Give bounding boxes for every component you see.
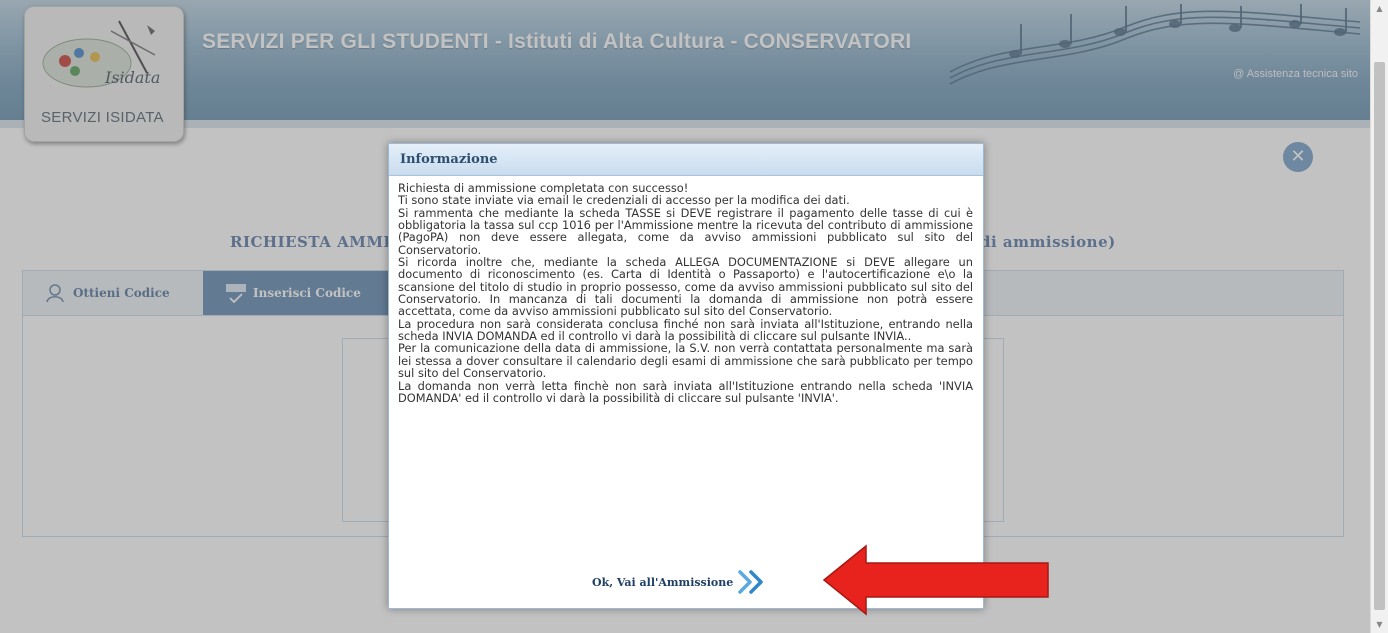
- message-line: La domanda non verrà letta finchè non sa…: [398, 378, 973, 405]
- message-line: Si ricorda inoltre che, mediante la sche…: [398, 255, 973, 319]
- chevron-double-right-icon: [738, 570, 764, 594]
- ok-button-label: Ok, Vai all'Ammissione: [592, 575, 734, 589]
- ok-go-to-admission-button[interactable]: Ok, Vai all'Ammissione: [592, 568, 767, 596]
- message-line: La procedura non sarà considerata conclu…: [398, 316, 973, 344]
- info-dialog: Informazione Richiesta di ammissione com…: [388, 143, 984, 609]
- scroll-down-icon[interactable]: ▼: [1371, 616, 1388, 633]
- page: SERVIZI PER GLI STUDENTI - Istituti di A…: [0, 0, 1370, 633]
- scrollbar-thumb[interactable]: [1374, 62, 1385, 610]
- message-line: Ti sono state inviate via email le crede…: [398, 193, 850, 208]
- annotation-arrow-icon: [822, 544, 1049, 616]
- message-line: Si rammenta che mediante la scheda TASSE…: [398, 205, 973, 257]
- dialog-title: Informazione: [400, 152, 498, 167]
- scrollbar[interactable]: ▲ ▼: [1370, 0, 1388, 633]
- dialog-message: Richiesta di ammissione completata con s…: [398, 182, 973, 404]
- dialog-titlebar: Informazione: [389, 144, 983, 176]
- scroll-up-icon[interactable]: ▲: [1371, 0, 1388, 17]
- message-line: Per la comunicazione della data di ammis…: [398, 341, 973, 381]
